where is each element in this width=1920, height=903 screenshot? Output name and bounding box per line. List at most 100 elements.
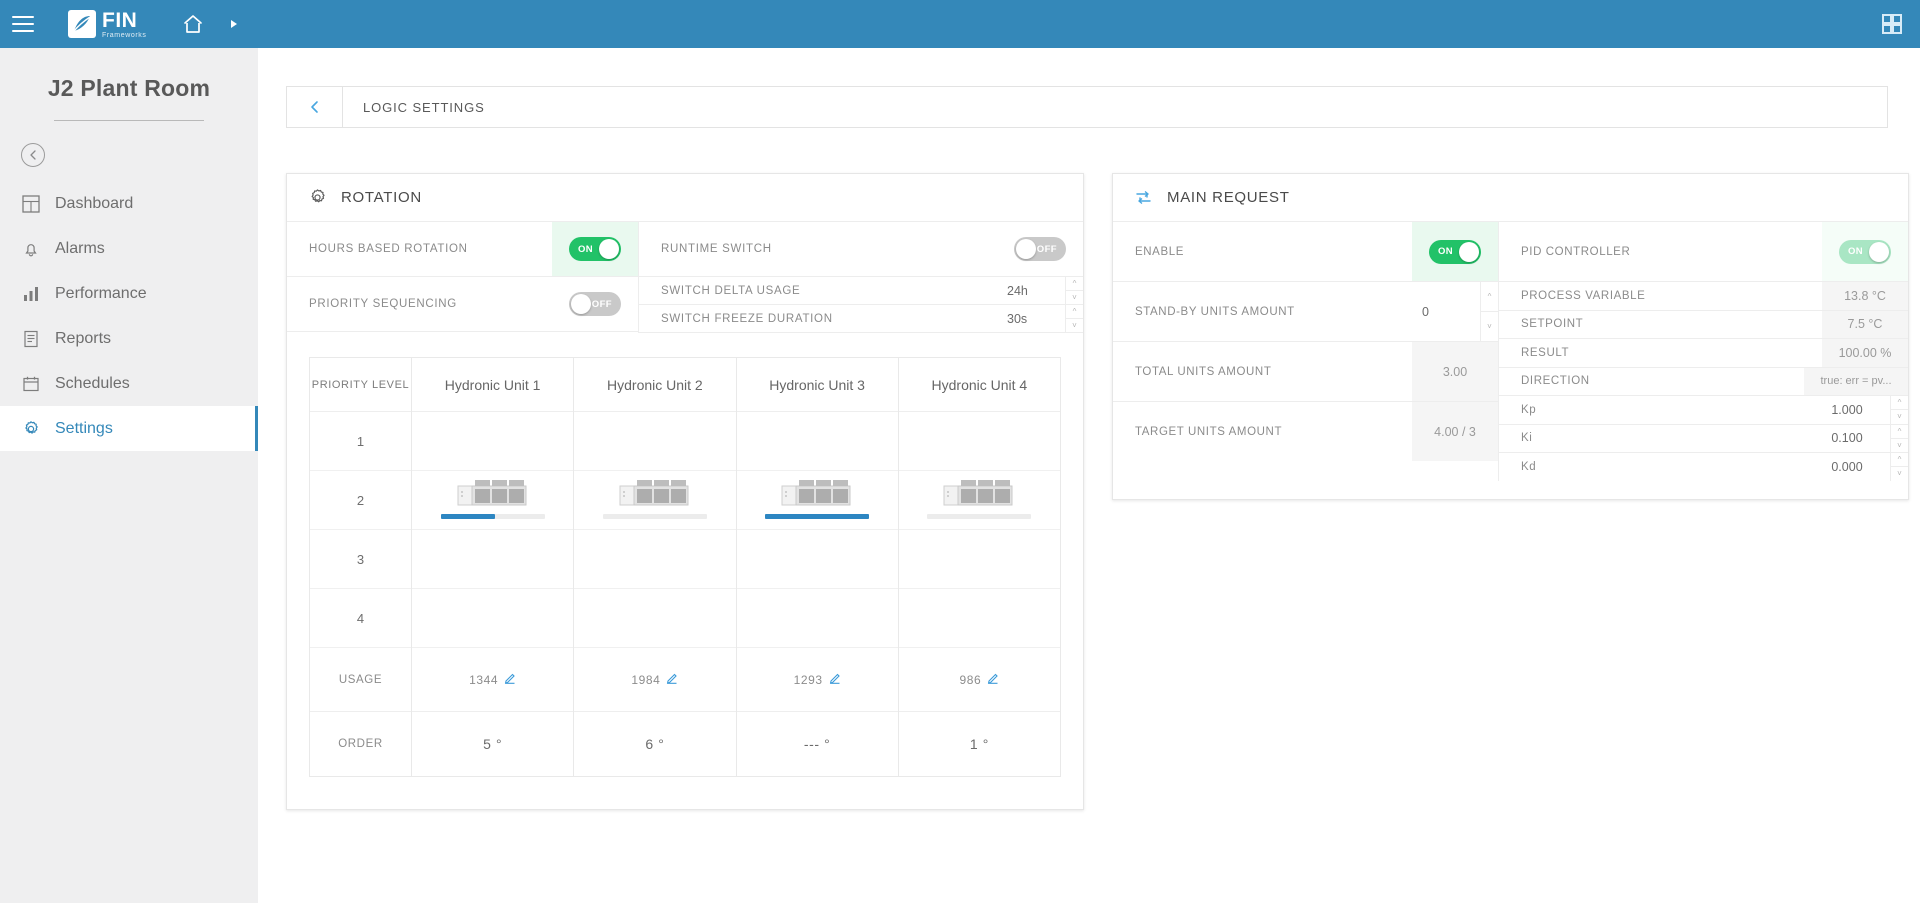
stepper-up-icon[interactable]: ^ bbox=[1891, 396, 1908, 411]
setting-label: PID CONTROLLER bbox=[1521, 245, 1631, 258]
gear-icon bbox=[21, 419, 41, 439]
stepper-down-icon[interactable]: ˅ bbox=[1891, 410, 1908, 423]
main-request-grid: ENABLE ON STAND-BY UNITS AMOUNT 0 ^ ˅ TO… bbox=[1113, 222, 1908, 481]
unit-slot-cell[interactable] bbox=[898, 471, 1060, 530]
pencil-icon[interactable] bbox=[504, 672, 516, 687]
sidebar-item-reports[interactable]: Reports bbox=[0, 316, 258, 361]
fin-logo-mark bbox=[68, 10, 96, 38]
standby-units-amount-field[interactable]: 0 ^ ˅ bbox=[1412, 282, 1498, 341]
unit-usage-cell[interactable]: 1984 bbox=[574, 648, 736, 712]
setting-value: 4.00 / 3 bbox=[1412, 402, 1498, 461]
unit-name: Hydronic Unit 3 bbox=[736, 358, 898, 412]
unit-slot-cell[interactable] bbox=[736, 412, 898, 471]
stepper-up-icon[interactable]: ^ bbox=[1891, 425, 1908, 439]
sidebar-item-schedules[interactable]: Schedules bbox=[0, 361, 258, 406]
app-root: FIN Frameworks J2 Plant Room Dashboard A… bbox=[0, 0, 1920, 903]
pencil-icon[interactable] bbox=[666, 672, 678, 687]
unit-slot-cell[interactable] bbox=[736, 589, 898, 648]
setting-row-kp: Kp 1.000 ^ ˅ bbox=[1499, 396, 1908, 424]
unit-column: Hydronic Unit 3 1293 --- ° bbox=[736, 358, 899, 776]
sidebar-item-dashboard[interactable]: Dashboard bbox=[0, 181, 258, 226]
runtime-switch-toggle[interactable]: OFF bbox=[1014, 237, 1066, 261]
chiller-unit-icon bbox=[899, 477, 1060, 519]
toggle-knob bbox=[1459, 241, 1479, 262]
enable-toggle[interactable]: ON bbox=[1429, 239, 1481, 264]
stepper-up-icon[interactable]: ^ bbox=[1066, 277, 1083, 291]
sidebar-nav: Dashboard Alarms Performance Reports Sch… bbox=[0, 181, 258, 451]
grid-apps-icon[interactable] bbox=[1880, 12, 1904, 36]
stepper-down-icon[interactable]: ˅ bbox=[1891, 467, 1908, 480]
home-icon[interactable] bbox=[181, 12, 205, 36]
site-title: J2 Plant Room bbox=[47, 75, 211, 101]
setting-label: RUNTIME SWITCH bbox=[661, 243, 772, 255]
stepper-control[interactable]: ^ ˅ bbox=[1480, 282, 1498, 341]
priority-table: PRIORITY LEVEL 1 2 3 4 USAGE ORDER Hydro… bbox=[309, 357, 1061, 777]
setting-value: ON bbox=[1412, 222, 1498, 281]
usage-bar-track bbox=[927, 514, 1032, 519]
stepper-down-icon[interactable]: ˅ bbox=[1891, 439, 1908, 452]
fin-logo[interactable]: FIN Frameworks bbox=[68, 10, 147, 39]
breadcrumb: LOGIC SETTINGS bbox=[286, 86, 1888, 128]
stepper-down-icon[interactable]: ˅ bbox=[1066, 319, 1083, 332]
stepper-control[interactable]: ^ ˅ bbox=[1890, 424, 1908, 452]
stepper-up-icon[interactable]: ^ bbox=[1066, 305, 1083, 319]
pencil-icon[interactable] bbox=[987, 672, 999, 687]
unit-slot-cell[interactable] bbox=[574, 412, 736, 471]
sidebar-item-settings[interactable]: Settings bbox=[0, 406, 258, 451]
sidebar-back-button[interactable] bbox=[21, 143, 45, 167]
sidebar-item-label: Reports bbox=[55, 329, 112, 347]
setting-row-enable: ENABLE ON bbox=[1113, 222, 1498, 281]
switch-delta-usage-field[interactable]: 24h ^ ˅ bbox=[997, 277, 1083, 304]
kd-field[interactable]: 0.000 ^ ˅ bbox=[1804, 453, 1908, 481]
sidebar-item-performance[interactable]: Performance bbox=[0, 271, 258, 316]
priority-sequencing-toggle[interactable]: OFF bbox=[569, 292, 621, 316]
stepper-down-icon[interactable]: ˅ bbox=[1481, 312, 1498, 341]
unit-slot-cell[interactable] bbox=[898, 589, 1060, 648]
stepper-control[interactable]: ^ ˅ bbox=[1890, 453, 1908, 481]
switch-freeze-duration-field[interactable]: 30s ^ ˅ bbox=[997, 305, 1083, 332]
stepper-control[interactable]: ^ ˅ bbox=[1065, 277, 1083, 304]
unit-slot-cell[interactable] bbox=[574, 471, 736, 530]
setting-value: OFF bbox=[552, 277, 638, 331]
setting-label: DIRECTION bbox=[1521, 375, 1590, 388]
unit-slot-cell[interactable] bbox=[574, 589, 736, 648]
stepper-control[interactable]: ^ ˅ bbox=[1890, 396, 1908, 424]
setting-row-setpoint: SETPOINT 7.5 °C bbox=[1499, 310, 1908, 338]
kp-field[interactable]: 1.000 ^ ˅ bbox=[1804, 396, 1908, 424]
setting-row-hours-based-rotation: HOURS BASED ROTATION ON bbox=[287, 222, 638, 276]
priority-level-column: PRIORITY LEVEL 1 2 3 4 USAGE ORDER bbox=[310, 358, 412, 776]
order-value: 1 ° bbox=[969, 736, 989, 752]
unit-slot-cell[interactable] bbox=[412, 471, 574, 530]
unit-slot-cell[interactable] bbox=[412, 589, 574, 648]
usage-value: 1293 bbox=[793, 672, 823, 687]
stepper-up-icon[interactable]: ^ bbox=[1891, 453, 1908, 468]
rotation-panel: ROTATION HOURS BASED ROTATION ON PRIORIT… bbox=[286, 173, 1084, 810]
main-request-right-column: PID CONTROLLER ON PROCESS VARIABLE 13.8 … bbox=[1499, 222, 1908, 481]
hours-based-rotation-toggle[interactable]: ON bbox=[569, 237, 621, 261]
unit-usage-cell[interactable]: 1344 bbox=[412, 648, 574, 712]
breadcrumb-back-button[interactable] bbox=[287, 87, 343, 127]
stepper-up-icon[interactable]: ^ bbox=[1481, 282, 1498, 312]
main-request-panel: MAIN REQUEST ENABLE ON STAND-BY UNITS AM… bbox=[1112, 173, 1909, 500]
unit-slot-cell[interactable] bbox=[736, 530, 898, 589]
unit-slot-cell[interactable] bbox=[412, 412, 574, 471]
caret-right-icon[interactable] bbox=[227, 17, 241, 31]
bar-chart-icon bbox=[21, 284, 41, 304]
unit-slot-cell[interactable] bbox=[898, 530, 1060, 589]
unit-usage-cell[interactable]: 986 bbox=[898, 648, 1060, 712]
ki-field[interactable]: 0.100 ^ ˅ bbox=[1804, 424, 1908, 452]
pid-controller-toggle[interactable]: ON bbox=[1839, 239, 1891, 264]
sidebar-item-alarms[interactable]: Alarms bbox=[0, 226, 258, 271]
setting-label: SETPOINT bbox=[1521, 318, 1584, 331]
stepper-control[interactable]: ^ ˅ bbox=[1065, 305, 1083, 332]
usage-bar-track bbox=[602, 514, 707, 519]
stepper-down-icon[interactable]: ˅ bbox=[1066, 291, 1083, 304]
unit-slot-cell[interactable] bbox=[574, 530, 736, 589]
unit-slot-cell[interactable] bbox=[736, 471, 898, 530]
pencil-icon[interactable] bbox=[829, 672, 841, 687]
unit-usage-cell[interactable]: 1293 bbox=[736, 648, 898, 712]
hamburger-icon[interactable] bbox=[12, 16, 34, 32]
unit-slot-cell[interactable] bbox=[412, 530, 574, 589]
unit-slot-cell[interactable] bbox=[898, 412, 1060, 471]
priority-level-cell: 4 bbox=[310, 589, 411, 648]
